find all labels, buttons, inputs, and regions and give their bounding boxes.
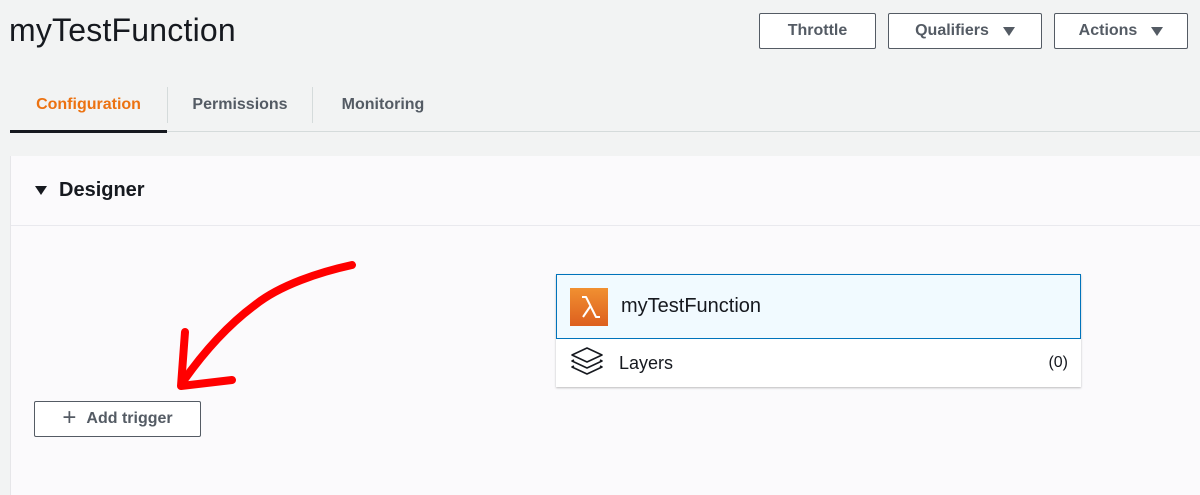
header-actions: Throttle Qualifiers Actions bbox=[759, 13, 1188, 49]
throttle-label: Throttle bbox=[787, 22, 848, 39]
page-title: myTestFunction bbox=[9, 12, 236, 48]
qualifiers-label: Qualifiers bbox=[915, 22, 989, 39]
throttle-button[interactable]: Throttle bbox=[759, 13, 876, 49]
layers-count: (0) bbox=[1048, 354, 1068, 371]
actions-dropdown[interactable]: Actions bbox=[1054, 13, 1188, 49]
collapse-caret-icon[interactable] bbox=[35, 186, 47, 195]
function-node[interactable]: myTestFunction bbox=[556, 274, 1081, 339]
designer-title: Designer bbox=[59, 179, 145, 201]
designer-panel: Designer + Add trigger myTestFunction La… bbox=[10, 156, 1200, 495]
function-card: myTestFunction Layers (0) bbox=[556, 274, 1081, 387]
caret-down-icon bbox=[1002, 26, 1015, 36]
add-trigger-label: Add trigger bbox=[86, 410, 173, 427]
layers-icon bbox=[569, 345, 605, 382]
function-name: myTestFunction bbox=[621, 295, 762, 317]
tab-permissions[interactable]: Permissions bbox=[168, 78, 312, 132]
qualifiers-dropdown[interactable]: Qualifiers bbox=[888, 13, 1042, 49]
designer-header[interactable]: Designer bbox=[11, 156, 1200, 226]
lambda-icon bbox=[570, 287, 608, 326]
layers-label: Layers bbox=[619, 352, 674, 373]
caret-down-icon bbox=[1151, 26, 1164, 36]
tab-configuration[interactable]: Configuration bbox=[10, 78, 167, 133]
tab-monitoring[interactable]: Monitoring bbox=[313, 78, 453, 132]
layers-node[interactable]: Layers (0) bbox=[556, 339, 1081, 387]
tab-bar: Configuration Permissions Monitoring bbox=[10, 78, 1200, 133]
add-trigger-button[interactable]: + Add trigger bbox=[34, 401, 201, 437]
actions-label: Actions bbox=[1078, 22, 1138, 39]
plus-icon: + bbox=[62, 404, 77, 431]
